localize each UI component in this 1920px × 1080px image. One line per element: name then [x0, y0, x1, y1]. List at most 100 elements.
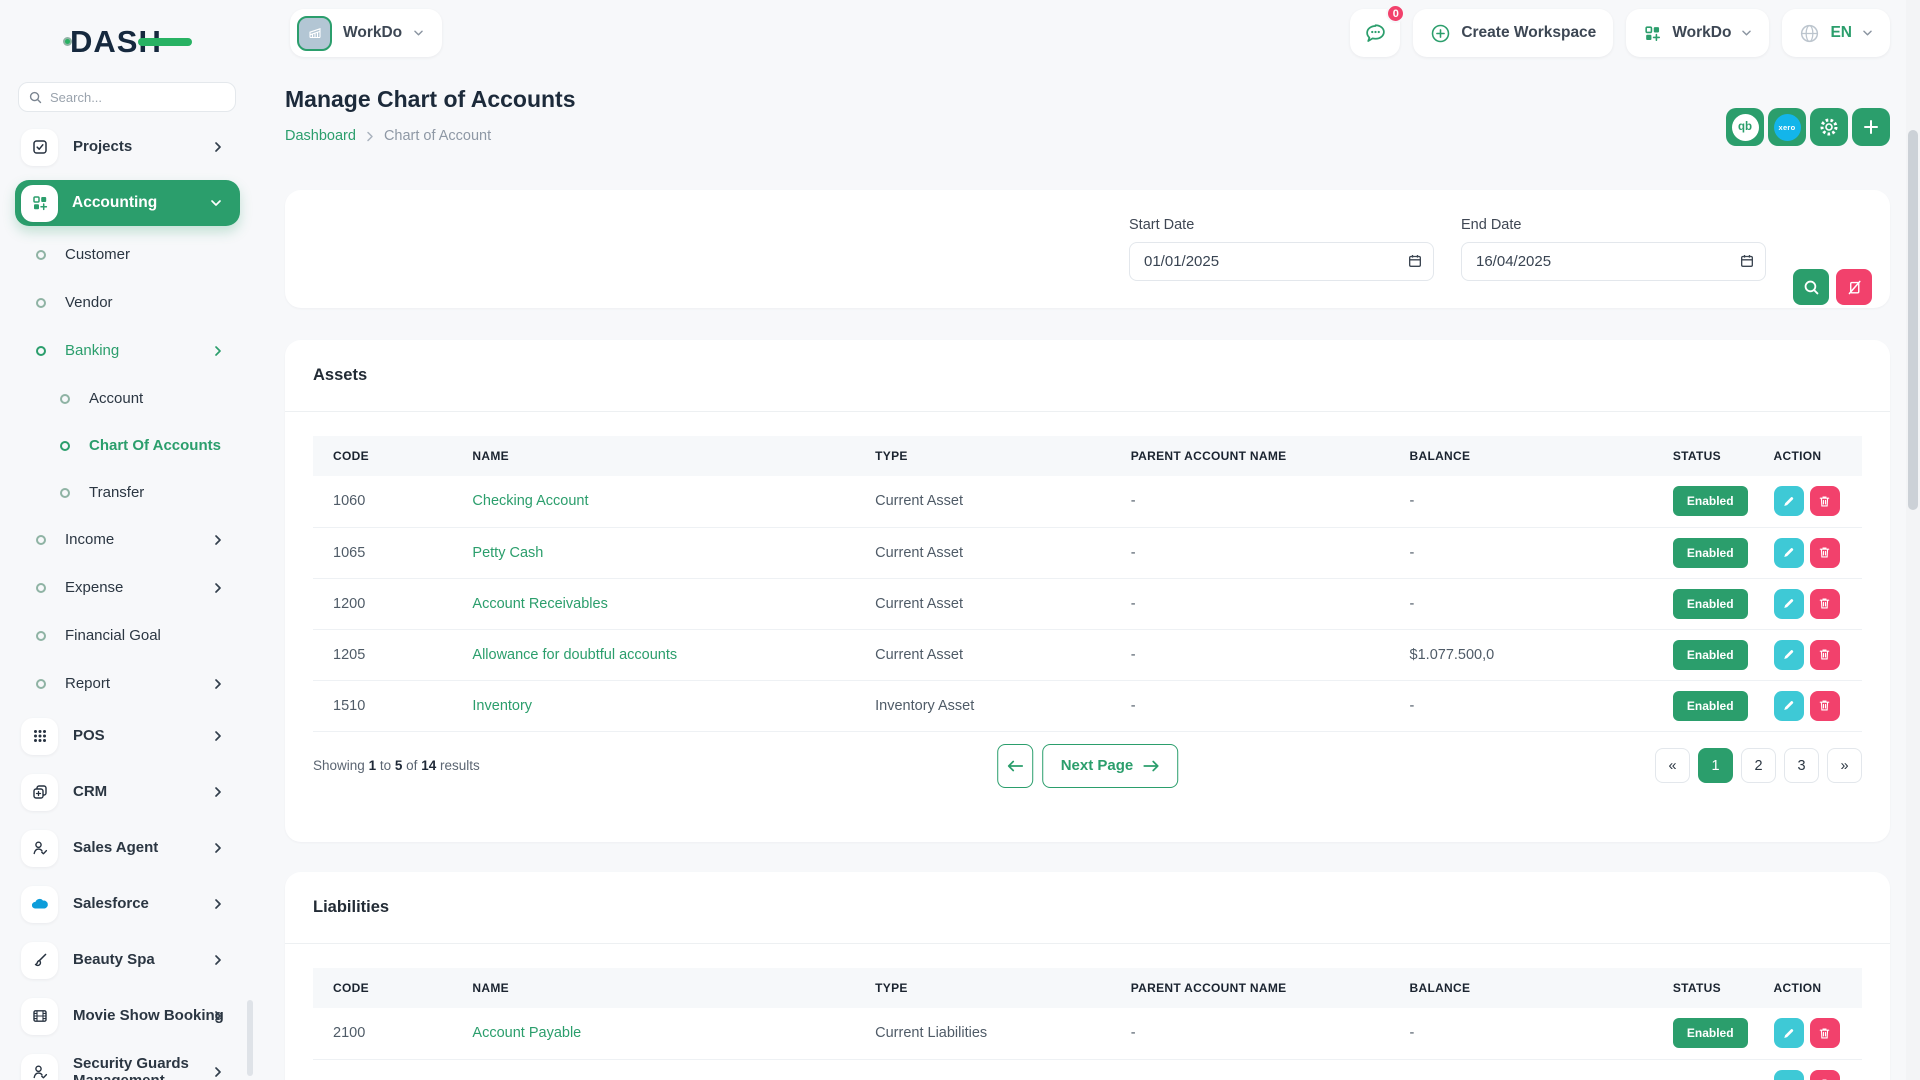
assets-header: Assets [285, 340, 1890, 412]
chevron-right-icon [213, 678, 223, 690]
workspace-selector[interactable]: WorkDo [290, 9, 442, 57]
grid-plus-icon [21, 185, 58, 222]
breadcrumb-dashboard-link[interactable]: Dashboard [285, 128, 356, 144]
language-selector[interactable]: EN [1782, 9, 1890, 57]
reset-filter-button[interactable] [1836, 269, 1872, 305]
first-page-button[interactable]: « [1655, 748, 1690, 783]
page-button-1[interactable]: 1 [1698, 748, 1733, 783]
delete-button[interactable] [1810, 538, 1840, 568]
settings-button[interactable] [1810, 108, 1848, 146]
account-link[interactable]: Account Receivables [452, 578, 855, 629]
messages-button[interactable]: 0 [1350, 9, 1400, 57]
sidebar-item-income[interactable]: Income [0, 516, 255, 564]
col-action: ACTION [1754, 436, 1862, 476]
grid-dots-icon [21, 718, 58, 755]
chevron-down-icon [413, 29, 424, 37]
breadcrumb: Dashboard Chart of Account [285, 128, 491, 144]
chevron-down-icon [210, 198, 222, 208]
start-date-input[interactable] [1129, 242, 1434, 281]
end-date-input[interactable] [1461, 242, 1766, 281]
edit-button[interactable] [1774, 538, 1804, 568]
cell-parent: - [1111, 629, 1390, 680]
edit-button[interactable] [1774, 589, 1804, 619]
sidebar-item-expense[interactable]: Expense [0, 564, 255, 612]
account-link[interactable]: Petty Cash [452, 527, 855, 578]
bullet-icon [36, 679, 46, 689]
brand-logo[interactable]: DASH [70, 24, 162, 60]
sidebar-item-chart-of-accounts[interactable]: Chart Of Accounts [0, 422, 255, 469]
sidebar-item-label: Security Guards Management [73, 1055, 191, 1080]
sidebar-item-label: Transfer [89, 484, 144, 501]
col-action: ACTION [1754, 968, 1862, 1008]
sidebar-item-label: Account [89, 390, 143, 407]
table-row: 1065 Petty Cash Current Asset - - Enable… [313, 527, 1862, 578]
sidebar-item-movie-show-booking[interactable]: Movie Show Booking [0, 988, 255, 1044]
quickbooks-button[interactable]: qb [1726, 108, 1764, 146]
page-number-list: « 1 2 3 » [1655, 748, 1862, 783]
chevron-right-icon [366, 131, 374, 142]
liabilities-table: CODE NAME TYPE PARENT ACCOUNT NAME BALAN… [313, 968, 1862, 1080]
sidebar-item-label: Beauty Spa [73, 951, 155, 968]
next-page-button[interactable]: Next Page [1042, 744, 1179, 788]
sidebar-item-label: Report [65, 675, 110, 692]
delete-button[interactable] [1810, 1018, 1840, 1048]
delete-button[interactable] [1810, 486, 1840, 516]
sidebar-item-label: Income [65, 531, 114, 548]
status-badge: Enabled [1673, 589, 1748, 619]
calendar-icon[interactable] [1739, 252, 1755, 269]
sidebar-item-financial-goal[interactable]: Financial Goal [0, 612, 255, 660]
page-title: Manage Chart of Accounts [285, 86, 576, 113]
account-link[interactable]: Account Payable [452, 1008, 855, 1059]
sidebar-item-vendor[interactable]: Vendor [0, 279, 255, 327]
create-workspace-button[interactable]: Create Workspace [1413, 9, 1613, 57]
section-title: Assets [313, 366, 367, 385]
bullet-icon [60, 394, 70, 404]
sidebar-item-projects[interactable]: Projects [0, 119, 255, 175]
edit-button[interactable] [1774, 486, 1804, 516]
last-page-button[interactable]: » [1827, 748, 1862, 783]
workspace-menu-button[interactable]: WorkDo [1626, 9, 1769, 57]
delete-button[interactable] [1810, 691, 1840, 721]
sidebar-item-security-guards[interactable]: Security Guards Management [0, 1044, 255, 1080]
sidebar-item-crm[interactable]: CRM [0, 764, 255, 820]
sidebar-item-label: Financial Goal [65, 627, 161, 644]
start-date-label: Start Date [1129, 217, 1434, 233]
account-link[interactable]: Allowance for doubtful accounts [452, 629, 855, 680]
calendar-icon[interactable] [1407, 252, 1423, 269]
sidebar-item-report[interactable]: Report [0, 660, 255, 708]
cell-code: 1205 [313, 629, 452, 680]
page-button-2[interactable]: 2 [1741, 748, 1776, 783]
sidebar-scrollbar[interactable] [247, 1000, 253, 1076]
add-account-button[interactable] [1852, 108, 1890, 146]
sidebar-item-beauty-spa[interactable]: Beauty Spa [0, 932, 255, 988]
page-scrollbar-thumb[interactable] [1908, 130, 1918, 510]
sidebar-item-pos[interactable]: POS [0, 708, 255, 764]
cell-type: Current Asset [855, 527, 1111, 578]
page-button-3[interactable]: 3 [1784, 748, 1819, 783]
sidebar-item-accounting[interactable]: Accounting [15, 180, 240, 226]
delete-button[interactable] [1810, 1070, 1840, 1080]
sidebar-item-label: Movie Show Booking [73, 1007, 224, 1024]
edit-button[interactable] [1774, 691, 1804, 721]
arrow-right-icon [1143, 760, 1159, 772]
account-link[interactable]: Inventory [452, 680, 855, 731]
edit-button[interactable] [1774, 1018, 1804, 1048]
edit-button[interactable] [1774, 640, 1804, 670]
delete-button[interactable] [1810, 640, 1840, 670]
search-input[interactable] [50, 90, 225, 105]
sidebar-item-label: Chart Of Accounts [89, 437, 221, 454]
previous-page-button[interactable] [997, 744, 1033, 788]
account-link[interactable]: Checking Account [452, 476, 855, 527]
sidebar-item-transfer[interactable]: Transfer [0, 469, 255, 516]
apply-filter-button[interactable] [1793, 269, 1829, 305]
sidebar-item-label: Projects [73, 138, 132, 155]
sidebar-item-banking[interactable]: Banking [0, 327, 255, 375]
sidebar-item-customer[interactable]: Customer [0, 231, 255, 279]
edit-button[interactable] [1774, 1070, 1804, 1080]
delete-button[interactable] [1810, 589, 1840, 619]
sidebar-item-salesforce[interactable]: Salesforce [0, 876, 255, 932]
cell-type: Current Asset [855, 578, 1111, 629]
sidebar-item-account[interactable]: Account [0, 375, 255, 422]
xero-button[interactable]: xero [1768, 108, 1806, 146]
sidebar-item-sales-agent[interactable]: Sales Agent [0, 820, 255, 876]
